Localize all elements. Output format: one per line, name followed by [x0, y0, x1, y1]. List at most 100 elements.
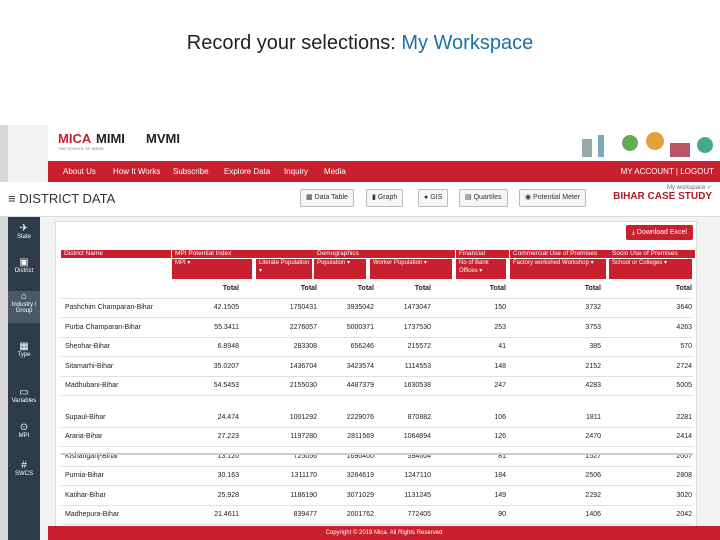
value-cell: 2724 [676, 362, 692, 370]
value-cell: 3020 [676, 491, 692, 499]
value-cell: 772405 [407, 511, 431, 518]
data-table-button[interactable]: ▦ Data Table [300, 189, 354, 207]
table-row[interactable]: Purnia-Bihar 30.163 1311170 3264619 1247110 1… [61, 467, 693, 486]
value-cell: 2229076 [346, 413, 374, 421]
account-logout-link[interactable]: MY ACCOUNT | LOGOUT [621, 167, 714, 176]
district-name-cell: Madhepura-Bihar [65, 511, 120, 518]
value-cell: 1630538 [403, 382, 431, 389]
value-cell: 5005 [676, 382, 692, 389]
value-cell: 35.0207 [213, 362, 239, 370]
workspace-label: My workspace ✓ [666, 185, 712, 191]
table-row[interactable]: Purba Champaran-Bihar 55.3411 2276057 50003… [61, 319, 693, 338]
table-row[interactable]: Araria-Bihar 27.223 1197280 2811569 1064894 1… [61, 428, 693, 447]
footer: Copyright © 2019 Mica. All Rights Reserv… [48, 526, 720, 540]
group-header-socio: Socio Use of Premises [609, 250, 695, 258]
subheader-population[interactable]: Population ▾ [314, 259, 366, 279]
industry-icon: ⌂ [20, 291, 28, 302]
subheader-worker-population[interactable]: Worker Population ▾ [370, 259, 452, 279]
value-cell: 3423574 [346, 362, 374, 370]
value-cell: 90 [498, 511, 506, 518]
sidebar-item-industry[interactable]: ⌂ Industry / Group [8, 291, 40, 323]
filter-icon[interactable]: ▾ [347, 260, 350, 266]
value-cell: 2414 [676, 433, 692, 440]
filter-icon[interactable]: ▾ [664, 260, 667, 266]
subheader-schools[interactable]: School or Colleges ▾ [609, 259, 692, 279]
table-row[interactable]: Katihar-Bihar 25.928 1186190 3071029 1131245… [61, 487, 693, 506]
district-name-cell: Madhubani-Bihar [65, 382, 119, 389]
table-row[interactable]: Kishanganj-Bihar 13.120 725056 1690400 59400… [61, 448, 693, 467]
table-row[interactable]: Sitamarhi-Bihar 35.0207 1436704 3423574 1114… [61, 358, 693, 377]
nav-media[interactable]: Media [324, 167, 346, 176]
district-name-cell: Sitamarhi-Bihar [65, 362, 114, 370]
value-cell: 1197280 [290, 433, 317, 440]
value-cell: 1247110 [404, 472, 431, 479]
nav-about-us[interactable]: About Us [63, 167, 96, 176]
value-cell: 2152 [585, 362, 601, 370]
page-title: ≡ DISTRICT DATA [8, 191, 115, 206]
value-cell: 30.163 [217, 472, 239, 479]
value-cell: 215572 [407, 343, 431, 350]
subheader-literate-population[interactable]: Literate Population ▾ [256, 259, 312, 279]
sidebar-item-state[interactable]: ✈ State [8, 223, 40, 240]
filter-icon[interactable]: ▾ [187, 260, 190, 266]
potential-meter-button[interactable]: ◉ Potential Meter [519, 189, 587, 207]
value-cell: 1131245 [404, 491, 431, 499]
nav-how-it-works[interactable]: How It Works [113, 167, 160, 176]
nav-subscribe[interactable]: Subscribe [173, 167, 209, 176]
subheader-factory-workshop[interactable]: Factory workshed Workshop ▾ [510, 259, 606, 279]
grid-icon: ▤ [465, 194, 472, 201]
logo-header: MICA THE SCHOOL OF IDEAS MIMI MVMI [48, 125, 720, 161]
bar-chart-icon: ▮ [372, 194, 376, 201]
value-cell: 385 [589, 343, 601, 350]
value-cell: 148 [494, 362, 506, 370]
filter-icon[interactable]: ▾ [479, 268, 482, 274]
sidebar-item-mpi[interactable]: ⊙ MPI [8, 422, 40, 439]
graph-button[interactable]: ▮ Graph [366, 189, 404, 207]
value-cell: 54.5453 [213, 382, 239, 389]
value-cell: 570 [680, 343, 692, 350]
value-cell: 3753 [585, 323, 601, 331]
value-cell: 1436704 [289, 362, 317, 370]
nav-inquiry[interactable]: Inquiry [284, 167, 308, 176]
hamburger-icon[interactable]: ≡ [8, 191, 16, 206]
sidebar-item-district[interactable]: ▣ District [8, 257, 40, 274]
table-row[interactable]: Pashchim Champaran-Bihar 42.1505 1750431 39… [61, 299, 693, 318]
value-cell: 21.4611 [214, 511, 239, 518]
value-cell: 656246 [350, 343, 374, 350]
download-excel-button[interactable]: ⤓ Download Excel [625, 225, 693, 240]
nav-explore-data[interactable]: Explore Data [224, 167, 270, 176]
mimi-logo[interactable]: MIMI [96, 131, 125, 146]
table-row[interactable]: Madhubani-Bihar 54.5453 2155030 4487379 1630… [61, 377, 693, 396]
subheader-mpi[interactable]: MPI ▾ [172, 259, 252, 279]
table-row[interactable]: Supaul-Bihar 24.474 1001292 2229076 870882 10… [61, 409, 693, 428]
value-cell: 106 [494, 413, 506, 421]
filter-icon[interactable]: ▾ [259, 268, 262, 274]
table-row[interactable]: Sheohar-Bihar 6.8948 283308 656246 215572 41 3… [61, 338, 693, 357]
district-name-cell: Purba Champaran-Bihar [65, 323, 141, 331]
district-name-cell: Araria-Bihar [65, 433, 103, 440]
slide-title-highlight: My Workspace [401, 32, 534, 54]
table-row[interactable]: Madhepura-Bihar 21.4611 839477 2001762 77240… [61, 506, 693, 525]
value-cell: 283308 [293, 343, 317, 350]
subheader-bank-offices[interactable]: No of Bank Offices ▾ [456, 259, 506, 279]
illustration-icon [582, 132, 713, 157]
value-cell: 149 [494, 491, 506, 499]
filter-icon[interactable]: ▾ [591, 260, 594, 266]
sidebar-item-variables[interactable]: ▭ Variables [8, 387, 40, 404]
sidebar-item-swcs[interactable]: # SWCS [8, 460, 40, 477]
gis-button[interactable]: ● GIS [418, 189, 449, 207]
slide-title: Record your selections: My Workspace [0, 32, 720, 55]
value-cell: 24.474 [217, 413, 239, 421]
sidebar-item-type[interactable]: ▦ Type [8, 341, 40, 358]
mvmi-logo[interactable]: MVMI [146, 131, 180, 146]
filter-icon[interactable]: ▾ [424, 260, 427, 266]
quartiles-button[interactable]: ▤ Quartiles [459, 189, 508, 207]
workspace-panel[interactable]: My workspace ✓ BIHAR CASE STUDY [613, 184, 712, 202]
value-cell: 2281 [676, 413, 692, 421]
group-header-mpi: MPI Potential Index [172, 250, 315, 258]
calendar-icon: ▦ [19, 341, 29, 352]
main-navbar: About Us How It Works Subscribe Explore … [48, 161, 720, 182]
value-cell: 150 [494, 304, 506, 311]
workspace-title: BIHAR CASE STUDY [613, 191, 712, 202]
value-cell: 184 [494, 472, 506, 479]
